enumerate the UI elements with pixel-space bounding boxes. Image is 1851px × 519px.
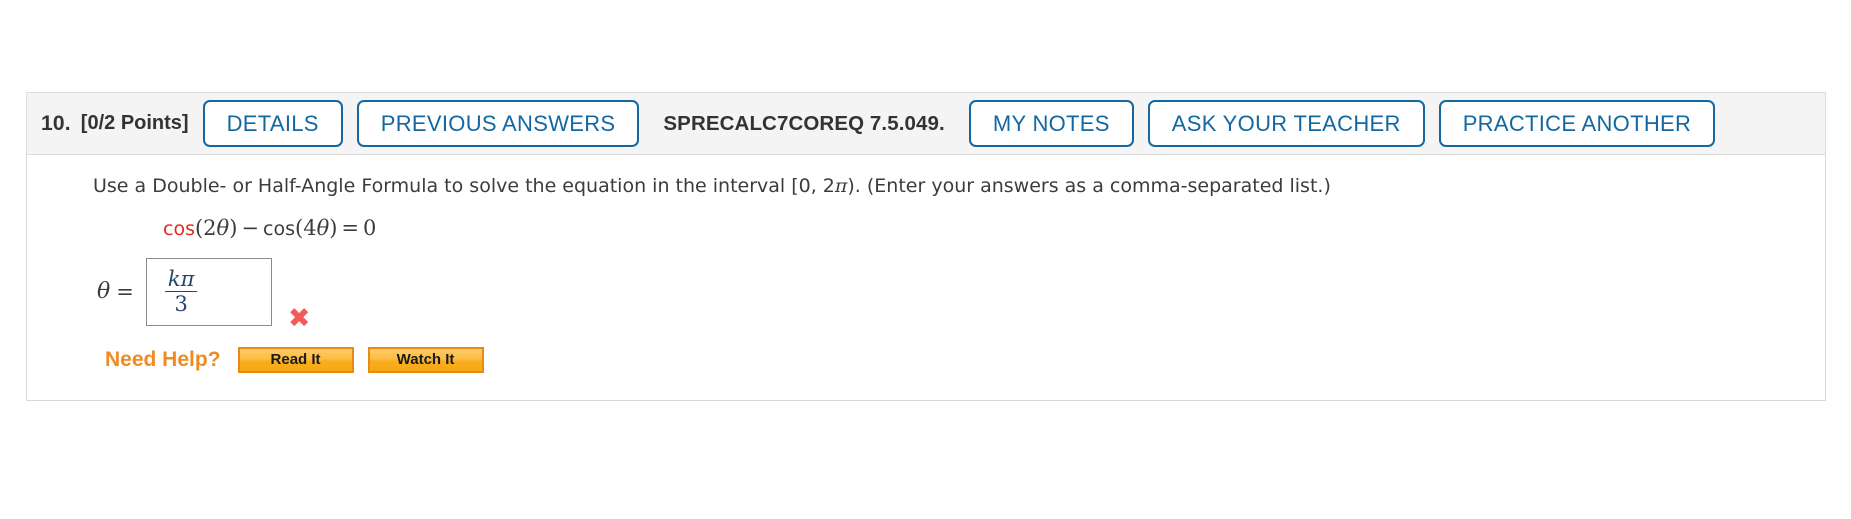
answer-row: θ = kπ 3 ✖ (97, 257, 1825, 332)
previous-answers-button[interactable]: PREVIOUS ANSWERS (356, 100, 640, 147)
need-help-row: Need Help? Read It Watch It (105, 345, 1825, 374)
equation-display: cos(2θ) − cos(4θ) = 0 (163, 216, 1825, 240)
equation-arg1-variable: θ (216, 215, 230, 240)
read-it-button[interactable]: Read It (236, 345, 355, 374)
details-button[interactable]: DETAILS (202, 100, 343, 147)
equation-right-hand-side: 0 (363, 215, 377, 240)
equation-cos-first: cos (163, 217, 195, 240)
page-root: 10. [0/2 Points] DETAILS PREVIOUS ANSWER… (0, 0, 1851, 519)
answer-fraction: kπ 3 (164, 266, 198, 317)
prompt-pi-symbol: π (834, 175, 848, 197)
answer-variable-label: θ (97, 279, 111, 305)
ask-your-teacher-button[interactable]: ASK YOUR TEACHER (1147, 100, 1425, 147)
question-prompt: Use a Double- or Half-Angle Formula to s… (93, 173, 1825, 200)
watch-it-button[interactable]: Watch It (366, 345, 485, 374)
need-help-label: Need Help? (105, 347, 221, 371)
equation-operator: − (241, 215, 260, 240)
equation-cos-second: cos (263, 217, 295, 240)
question-header-bar: 10. [0/2 Points] DETAILS PREVIOUS ANSWER… (26, 92, 1826, 154)
my-notes-button[interactable]: MY NOTES (968, 100, 1134, 147)
prompt-text-part1: Use a Double- or Half-Angle Formula to s… (93, 175, 835, 197)
incorrect-x-icon: ✖ (287, 302, 311, 334)
exercise-id: SPRECALC7COREQ 7.5.049. (663, 111, 945, 135)
question-block: 10. [0/2 Points] DETAILS PREVIOUS ANSWER… (26, 92, 1826, 401)
answer-input[interactable]: kπ 3 (145, 257, 272, 326)
question-body: Use a Double- or Half-Angle Formula to s… (26, 154, 1826, 401)
practice-another-button[interactable]: PRACTICE ANOTHER (1438, 100, 1716, 147)
answer-fraction-numerator: kπ (167, 266, 195, 291)
question-number: 10. (41, 111, 71, 135)
equation-arg1-open: (2 (194, 215, 217, 240)
equation-equals-sign: = (341, 215, 360, 240)
prompt-text-part2: ). (Enter your answers as a comma-separa… (847, 175, 1331, 197)
equation-arg2-open: (4 (295, 215, 317, 240)
answer-equals-sign: = (116, 279, 134, 304)
answer-fraction-denominator: 3 (174, 292, 188, 317)
equation-arg2-variable: θ (316, 215, 330, 240)
points-badge: [0/2 Points] (80, 112, 189, 134)
